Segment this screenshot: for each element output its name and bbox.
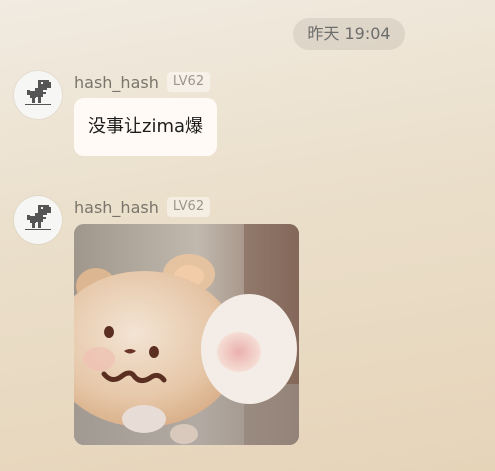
timestamp-badge: 昨天 19:04 <box>293 18 405 50</box>
username[interactable]: hash_hash <box>74 73 159 92</box>
message-meta: hash_hash LV62 <box>74 71 211 93</box>
message-meta: hash_hash LV62 <box>74 196 211 218</box>
hamster-sticker[interactable] <box>74 224 299 445</box>
user-avatar[interactable] <box>14 196 62 244</box>
dinosaur-icon <box>21 201 55 239</box>
level-badge: LV62 <box>166 197 211 217</box>
user-avatar[interactable] <box>14 71 62 119</box>
level-badge: LV62 <box>166 72 211 92</box>
username[interactable]: hash_hash <box>74 198 159 217</box>
hamster-sticker-image <box>74 224 299 445</box>
dinosaur-icon <box>21 76 55 114</box>
text-bubble[interactable]: 没事让zima爆 <box>74 98 218 156</box>
